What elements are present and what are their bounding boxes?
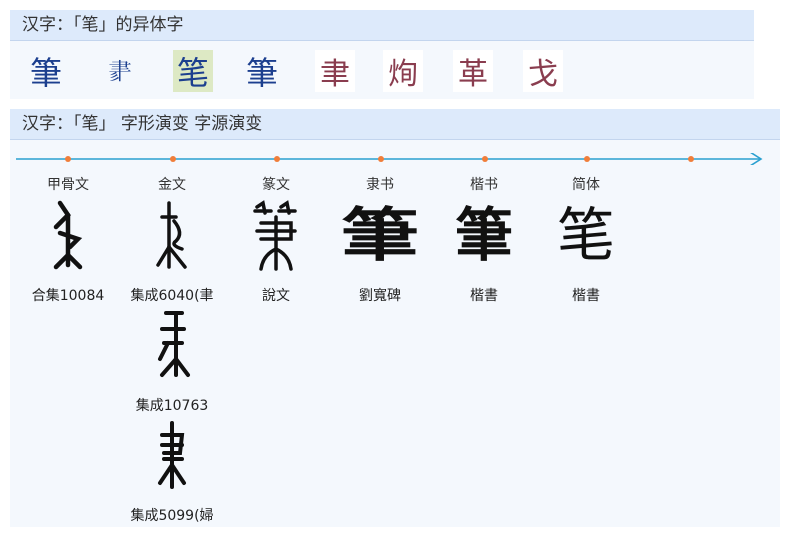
timeline-dot (65, 156, 71, 162)
source-label: 集成10763 (135, 398, 209, 414)
timeline-dot (378, 156, 384, 162)
timeline-dot (274, 156, 280, 162)
evolution-title: 汉字：「笔」 字形演变 字源演变 (22, 114, 263, 134)
regular-char: 筆 (454, 201, 513, 269)
clerical-script-glyph[interactable]: 筆 (328, 199, 432, 271)
evolution-header: 汉字：「笔」 字形演变 字源演变 (10, 109, 780, 140)
timeline-dot (688, 156, 694, 162)
timeline-dot (170, 156, 176, 162)
bronze-glyph[interactable] (120, 419, 224, 491)
simplified-char: 笔 (556, 201, 615, 269)
era-label-clerical: 隶书 (366, 177, 394, 193)
variants-panel: 汉字：「笔」的异体字 筆 𦘔 笔 筆 聿 㶷 革 戈 (10, 10, 754, 99)
variant-char[interactable]: 革 (453, 50, 493, 92)
oracle-bone-glyph[interactable] (16, 199, 120, 271)
simplified-glyph[interactable]: 笔 (534, 199, 638, 271)
era-label-seal: 篆文 (262, 177, 290, 193)
era-label-simplified: 简体 (572, 177, 600, 193)
regular-script-glyph[interactable]: 筆 (432, 199, 536, 271)
source-label: 集成5099(婦 (130, 508, 214, 524)
variants-title-char: 笔 (81, 15, 99, 35)
source-label: 楷書 (572, 288, 600, 304)
source-label: 說文 (262, 288, 290, 304)
source-label: 劉寬碑 (359, 288, 401, 304)
evolution-panel: 汉字：「笔」 字形演变 字源演变 甲骨文 金文 篆文 隶书 楷书 简体 合集10… (10, 109, 780, 527)
variant-char[interactable]: 筆 (26, 50, 66, 92)
clerical-char: 筆 (340, 201, 420, 269)
era-label-bronze: 金文 (158, 177, 186, 193)
timeline-dot (584, 156, 590, 162)
variant-char[interactable]: 𦘔 (100, 50, 140, 92)
variant-char[interactable]: 筆 (242, 50, 282, 92)
era-label-regular: 楷书 (470, 177, 498, 193)
timeline-arrow (16, 153, 763, 165)
variant-char[interactable]: 戈 (523, 50, 563, 92)
variants-title-end: 」的异体字 (98, 15, 184, 35)
variant-char[interactable]: 聿 (315, 50, 355, 92)
bronze-glyph[interactable] (120, 199, 224, 271)
timeline-dot (482, 156, 488, 162)
source-label: 合集10084 (31, 288, 105, 304)
variants-header: 汉字：「笔」的异体字 (10, 10, 754, 41)
variant-char-selected[interactable]: 笔 (173, 50, 213, 92)
bronze-glyph[interactable] (120, 309, 224, 381)
variant-char[interactable]: 㶷 (383, 50, 423, 92)
era-label-oracle: 甲骨文 (47, 177, 89, 193)
variants-title: 汉字：「 (22, 15, 82, 35)
source-label: 集成6040(聿 (130, 288, 214, 304)
timeline (16, 153, 768, 165)
source-label: 楷書 (470, 288, 498, 304)
seal-script-glyph[interactable] (224, 199, 328, 271)
